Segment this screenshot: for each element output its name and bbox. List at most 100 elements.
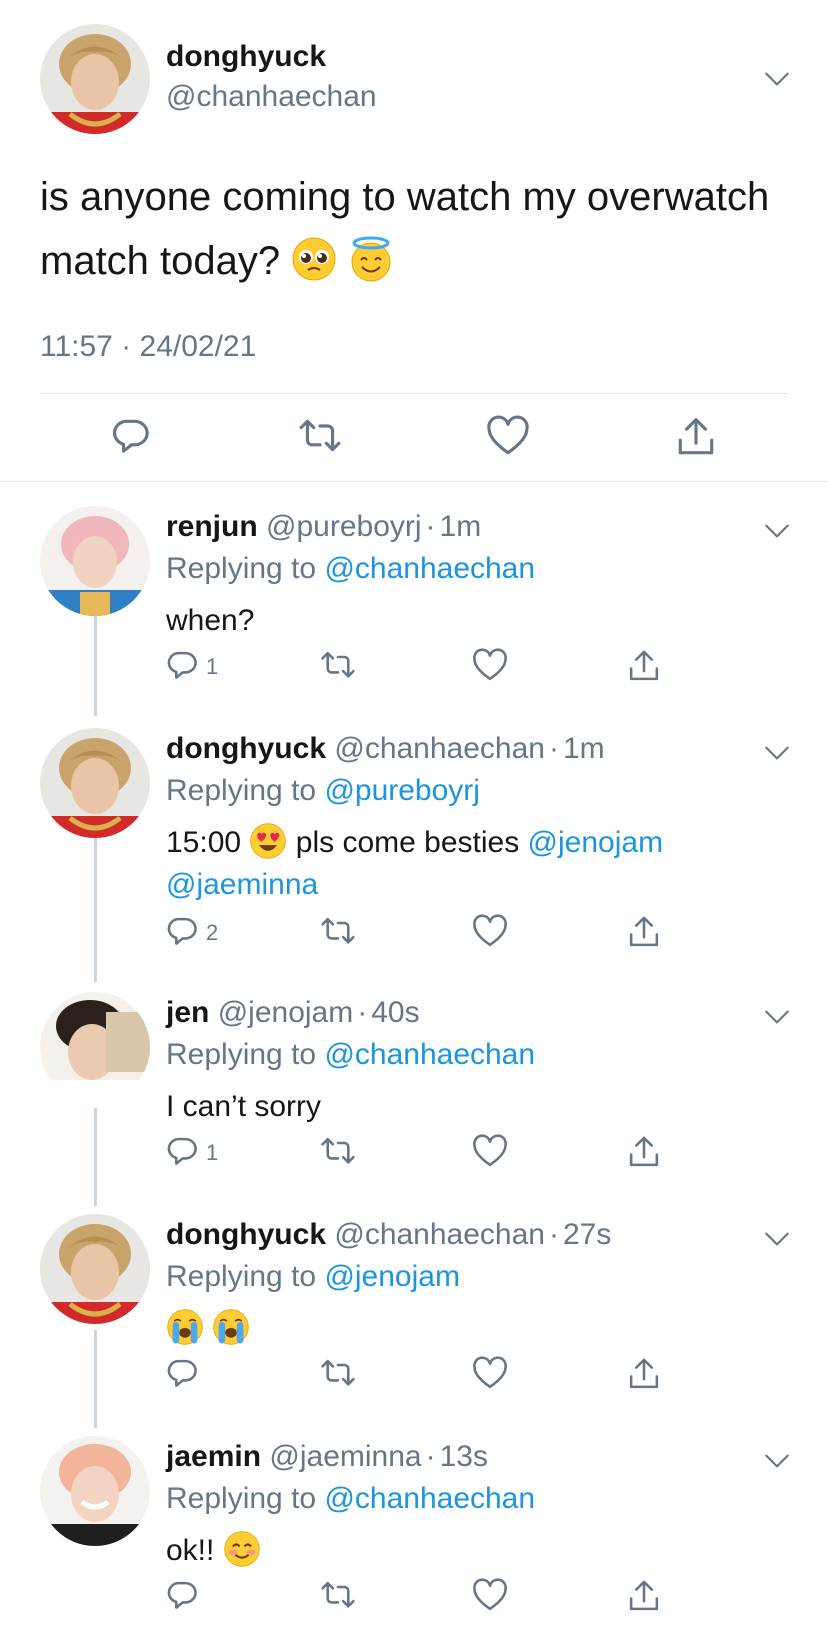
loudly-crying-face-emoji-icon: [213, 1309, 250, 1345]
reply-time[interactable]: 40s: [371, 996, 419, 1029]
reply-tweet[interactable]: donghyuck @chanhaechan · 27s Replying to @…: [0, 1214, 828, 1424]
reply-count: 2: [206, 920, 219, 945]
replying-to-label: Replying to: [166, 1482, 317, 1515]
share-icon[interactable]: [626, 1134, 662, 1170]
like-icon[interactable]: [472, 914, 508, 950]
author-handle[interactable]: @jaeminna: [269, 1440, 421, 1473]
retweet-icon[interactable]: [320, 1356, 356, 1392]
replying-to-label: Replying to: [166, 1260, 317, 1293]
author-name[interactable]: donghyuck: [166, 40, 326, 74]
replying-to-label: Replying to: [166, 552, 317, 585]
avatar[interactable]: [40, 992, 150, 1102]
reply-text-content: pls come besties: [295, 826, 520, 859]
tweet-text: is anyone coming to watch my overwatch m…: [40, 165, 800, 293]
author-handle[interactable]: @chanhaechan: [334, 1218, 545, 1251]
chevron-down-icon[interactable]: [762, 516, 792, 546]
reply-icon[interactable]: [166, 1356, 202, 1392]
reply-header: renjun @pureboyrj · 1m: [166, 510, 481, 544]
avatar[interactable]: [40, 506, 150, 616]
reply-icon[interactable]: [111, 415, 155, 459]
replying-to-mention[interactable]: @chanhaechan: [324, 552, 535, 585]
replying-to-mention[interactable]: @chanhaechan: [324, 1038, 535, 1071]
like-icon[interactable]: [486, 415, 530, 459]
reply-icon[interactable]: [166, 648, 202, 684]
reply-text-time: 15:00: [166, 826, 242, 859]
replying-to: Replying to @pureboyrj: [166, 774, 480, 808]
reply-tweet[interactable]: donghyuck @chanhaechan · 1m Replying to @p…: [0, 728, 828, 988]
retweet-icon[interactable]: [320, 648, 356, 684]
tweet-text-content: is anyone coming to watch my overwatch m…: [40, 175, 770, 283]
retweet-icon[interactable]: [298, 415, 342, 459]
author-handle[interactable]: @chanhaechan: [166, 80, 377, 114]
author-name[interactable]: donghyuck: [166, 1218, 326, 1251]
reply-icon[interactable]: [166, 914, 202, 950]
reply-tweet[interactable]: jen @jenojam · 40s Replying to @chanhaecha…: [0, 992, 828, 1202]
replying-to: Replying to @chanhaechan: [166, 1038, 535, 1072]
reply-header: jaemin @jaeminna · 13s: [166, 1440, 488, 1474]
avatar[interactable]: [40, 24, 150, 134]
reply-time[interactable]: 1m: [563, 732, 605, 765]
mention-link[interactable]: @jaeminna: [166, 868, 318, 901]
author-handle[interactable]: @pureboyrj: [266, 510, 422, 543]
avatar[interactable]: [40, 728, 150, 838]
like-icon[interactable]: [472, 1134, 508, 1170]
retweet-icon[interactable]: [320, 914, 356, 950]
replying-to: Replying to @chanhaechan: [166, 1482, 535, 1516]
author-name[interactable]: renjun: [166, 510, 258, 543]
author-handle[interactable]: @chanhaechan: [334, 732, 545, 765]
reply-tweet[interactable]: renjun @pureboyrj · 1m Replying to @chanha…: [0, 506, 828, 716]
avatar[interactable]: [40, 1214, 150, 1324]
replying-to: Replying to @chanhaechan: [166, 552, 535, 586]
mention-link[interactable]: @jenojam: [528, 826, 664, 859]
separator-dot: ·: [425, 1440, 436, 1473]
share-icon[interactable]: [626, 648, 662, 684]
share-icon[interactable]: [626, 914, 662, 950]
reply-header: donghyuck @chanhaechan · 1m: [166, 732, 605, 766]
chevron-down-icon[interactable]: [762, 1002, 792, 1032]
reply-time[interactable]: 13s: [440, 1440, 488, 1473]
reply-text-content: ok!!: [166, 1534, 215, 1567]
reply-count: 1: [206, 654, 219, 679]
share-icon[interactable]: [626, 1356, 662, 1392]
avatar[interactable]: [40, 1436, 150, 1546]
chevron-down-icon[interactable]: [762, 64, 792, 94]
replying-to-label: Replying to: [166, 774, 317, 807]
reply-text: 15:00 pls come besties @jenojam @jaeminn…: [166, 822, 766, 906]
author-name[interactable]: jaemin: [166, 1440, 261, 1473]
replying-to-mention[interactable]: @chanhaechan: [324, 1482, 535, 1515]
reply-header: donghyuck @chanhaechan · 27s: [166, 1218, 611, 1252]
chevron-down-icon[interactable]: [762, 1446, 792, 1476]
reply-text: I can’t sorry: [166, 1090, 322, 1123]
reply-count: 1: [206, 1140, 219, 1165]
like-icon[interactable]: [472, 1578, 508, 1614]
reply-time[interactable]: 1m: [440, 510, 482, 543]
reply-header: jen @jenojam · 40s: [166, 996, 420, 1030]
chevron-down-icon[interactable]: [762, 1224, 792, 1254]
author-name[interactable]: jen: [166, 996, 209, 1029]
share-icon[interactable]: [674, 415, 718, 459]
like-icon[interactable]: [472, 648, 508, 684]
heart-eyes-emoji-icon: [250, 823, 287, 859]
divider: [40, 393, 788, 394]
reply-time[interactable]: 27s: [563, 1218, 611, 1251]
reply-icon[interactable]: [166, 1134, 202, 1170]
author-name[interactable]: donghyuck: [166, 732, 326, 765]
reply-icon[interactable]: [166, 1578, 202, 1614]
main-tweet: donghyuck @chanhaechan is anyone coming …: [0, 0, 828, 482]
chevron-down-icon[interactable]: [762, 738, 792, 768]
replying-to-mention[interactable]: @jenojam: [324, 1260, 460, 1293]
tweet-timestamp[interactable]: 11:57 · 24/02/21: [40, 330, 256, 364]
reply-text: ok!!: [166, 1530, 766, 1572]
reply-tweet[interactable]: jaemin @jaeminna · 13s Replying to @chanha…: [0, 1436, 828, 1634]
share-icon[interactable]: [626, 1578, 662, 1614]
replying-to-mention[interactable]: @pureboyrj: [324, 774, 480, 807]
separator-dot: ·: [425, 510, 436, 543]
retweet-icon[interactable]: [320, 1134, 356, 1170]
smiling-face-with-halo-emoji-icon: [351, 236, 391, 282]
like-icon[interactable]: [472, 1356, 508, 1392]
author-handle[interactable]: @jenojam: [218, 996, 354, 1029]
separator-dot: ·: [548, 1218, 559, 1251]
retweet-icon[interactable]: [320, 1578, 356, 1614]
replying-to-label: Replying to: [166, 1038, 317, 1071]
separator-dot: ·: [357, 996, 368, 1029]
